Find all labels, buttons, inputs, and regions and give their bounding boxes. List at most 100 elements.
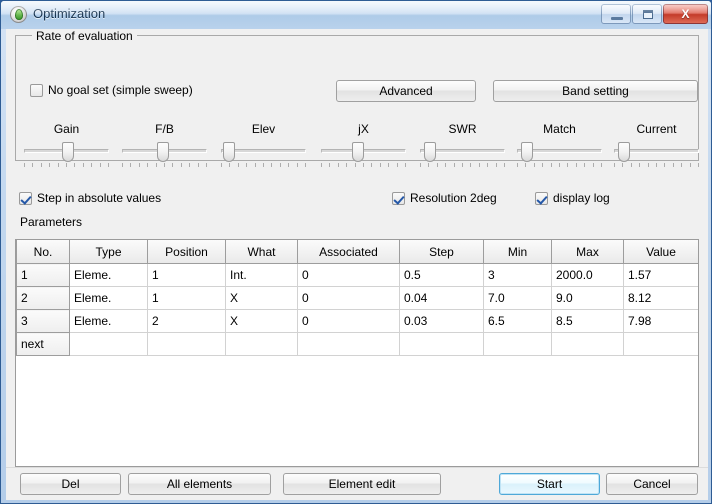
slider-thumb[interactable] <box>352 142 365 162</box>
resolution-checkbox[interactable] <box>392 192 405 205</box>
cell-step[interactable]: 0.5 <box>399 263 484 287</box>
cell-what[interactable]: Int. <box>225 263 298 287</box>
display-log-checkbox[interactable] <box>535 192 548 205</box>
slider-label-match: Match <box>543 122 576 136</box>
col-min[interactable]: Min <box>483 240 552 264</box>
start-button[interactable]: Start <box>499 473 600 495</box>
slider-ticks <box>420 163 505 168</box>
col-value[interactable]: Value <box>623 240 698 264</box>
cell-type[interactable] <box>69 332 148 356</box>
cell-no[interactable]: 1 <box>16 263 70 287</box>
cell-min[interactable] <box>483 332 552 356</box>
slider-thumb[interactable] <box>520 142 533 162</box>
cell-max[interactable]: 9.0 <box>551 286 624 310</box>
maximize-icon <box>643 10 653 19</box>
no-goal-checkbox[interactable] <box>30 84 43 97</box>
cell-value[interactable]: 8.12 <box>623 286 698 310</box>
slider-elev[interactable] <box>221 140 306 168</box>
element-edit-button[interactable]: Element edit <box>283 473 441 495</box>
cell-min[interactable]: 7.0 <box>483 286 552 310</box>
cell-associated[interactable]: 0 <box>297 286 400 310</box>
cell-no[interactable]: next <box>16 332 70 356</box>
cell-step[interactable]: 0.03 <box>399 309 484 333</box>
cell-step[interactable]: 0.04 <box>399 286 484 310</box>
col-position[interactable]: Position <box>147 240 226 264</box>
cell-what[interactable]: X <box>225 309 298 333</box>
minimize-icon <box>611 17 623 20</box>
maximize-button[interactable] <box>632 4 662 24</box>
step-absolute-label: Step in absolute values <box>37 191 162 205</box>
cell-associated[interactable] <box>297 332 400 356</box>
cell-associated[interactable]: 0 <box>297 263 400 287</box>
no-goal-label: No goal set (simple sweep) <box>48 83 193 97</box>
band-setting-button[interactable]: Band setting <box>493 80 698 102</box>
slider-thumb[interactable] <box>61 142 74 162</box>
slider-fb[interactable] <box>122 140 207 168</box>
advanced-button[interactable]: Advanced <box>336 80 476 102</box>
step-absolute-checkbox[interactable] <box>19 192 32 205</box>
table-row[interactable]: 1 Eleme. 1 Int. 0 0.5 3 2000.0 1.57 <box>16 263 698 287</box>
minimize-button[interactable] <box>601 4 631 24</box>
slider-thumb[interactable] <box>423 142 436 162</box>
col-no[interactable]: No. <box>16 240 70 264</box>
cell-max[interactable]: 2000.0 <box>551 263 624 287</box>
cell-position[interactable]: 1 <box>147 263 226 287</box>
cell-value[interactable]: 7.98 <box>623 309 698 333</box>
parameters-label: Parameters <box>20 215 83 229</box>
cell-max[interactable] <box>551 332 624 356</box>
parameters-scroll-pane[interactable]: No. Type Position What Associated Step M… <box>15 239 699 467</box>
cell-step[interactable] <box>399 332 484 356</box>
slider-ticks <box>24 163 109 168</box>
slider-current[interactable] <box>614 140 699 168</box>
parameters-table[interactable]: No. Type Position What Associated Step M… <box>16 240 698 356</box>
cell-value[interactable] <box>623 332 698 356</box>
cell-min[interactable]: 3 <box>483 263 552 287</box>
all-elements-button[interactable]: All elements <box>128 473 271 495</box>
cell-what[interactable]: X <box>225 286 298 310</box>
slider-thumb[interactable] <box>617 142 630 162</box>
table-row-next[interactable]: next <box>16 332 698 356</box>
slider-swr[interactable] <box>420 140 505 168</box>
table-row[interactable]: 3 Eleme. 2 X 0 0.03 6.5 8.5 7.98 <box>16 309 698 333</box>
col-associated[interactable]: Associated <box>297 240 400 264</box>
col-type[interactable]: Type <box>69 240 148 264</box>
slider-thumb[interactable] <box>223 142 236 162</box>
cell-max[interactable]: 8.5 <box>551 309 624 333</box>
close-button[interactable]: X <box>663 4 708 24</box>
cell-no[interactable]: 2 <box>16 286 70 310</box>
resolution-label: Resolution 2deg <box>410 191 497 205</box>
cell-associated[interactable]: 0 <box>297 309 400 333</box>
slider-label-swr: SWR <box>448 122 477 136</box>
slider-label-current: Current <box>636 122 677 136</box>
cell-what[interactable] <box>225 332 298 356</box>
cancel-button[interactable]: Cancel <box>606 473 698 495</box>
cell-no[interactable]: 3 <box>16 309 70 333</box>
slider-gain[interactable] <box>24 140 109 168</box>
cell-type[interactable]: Eleme. <box>69 309 148 333</box>
window-title: Optimization <box>33 6 106 21</box>
app-icon <box>10 6 27 23</box>
slider-ticks <box>122 163 207 168</box>
slider-label-elev: Elev <box>251 122 276 136</box>
cell-position[interactable] <box>147 332 226 356</box>
cell-type[interactable]: Eleme. <box>69 286 148 310</box>
col-step[interactable]: Step <box>399 240 484 264</box>
slider-match[interactable] <box>517 140 602 168</box>
cell-type[interactable]: Eleme. <box>69 263 148 287</box>
slider-ticks <box>321 163 406 168</box>
slider-label-jx: jX <box>358 122 369 136</box>
display-log-label: display log <box>553 191 610 205</box>
slider-jx[interactable] <box>321 140 406 168</box>
col-what[interactable]: What <box>225 240 298 264</box>
cell-position[interactable]: 1 <box>147 286 226 310</box>
cell-min[interactable]: 6.5 <box>483 309 552 333</box>
col-max[interactable]: Max <box>551 240 624 264</box>
close-icon: X <box>681 7 690 21</box>
table-row[interactable]: 2 Eleme. 1 X 0 0.04 7.0 9.0 8.12 <box>16 286 698 310</box>
slider-thumb[interactable] <box>157 142 170 162</box>
cell-position[interactable]: 2 <box>147 309 226 333</box>
slider-label-gain: Gain <box>53 122 80 136</box>
del-button[interactable]: Del <box>20 473 121 495</box>
cell-value[interactable]: 1.57 <box>623 263 698 287</box>
slider-label-fb: F/B <box>155 122 174 136</box>
